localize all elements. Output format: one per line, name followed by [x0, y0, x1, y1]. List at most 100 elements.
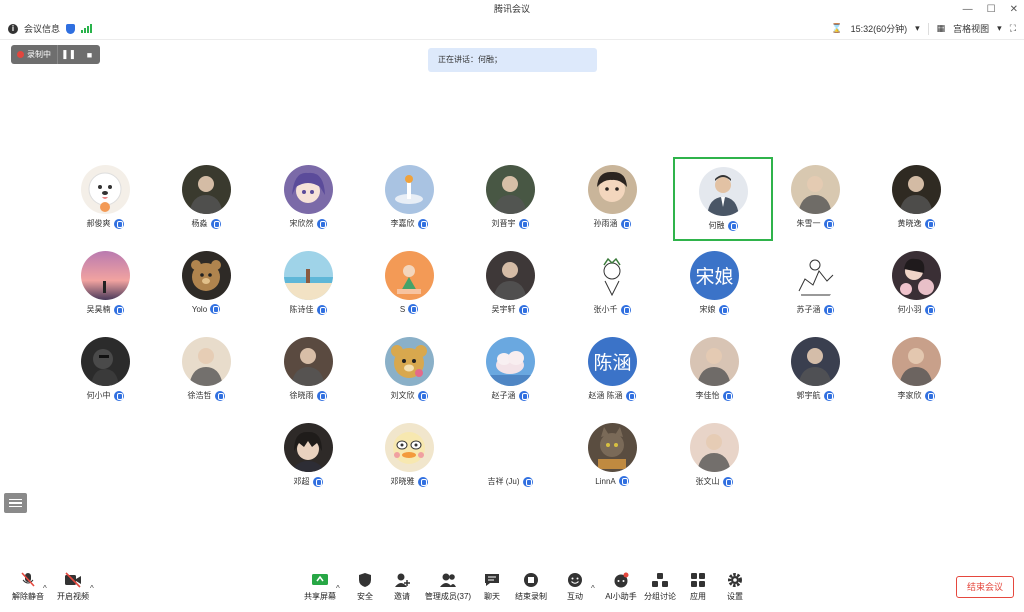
close-icon[interactable]: ✕ — [1010, 4, 1018, 15]
mic-status-icon — [113, 390, 124, 401]
camera-off-icon — [64, 572, 82, 588]
grid-view-icon: ▦ — [936, 23, 946, 33]
participant-tile[interactable]: 陈涵 赵涵 陈涵 — [562, 329, 662, 413]
mic-status-icon — [722, 476, 733, 487]
participant-name-row: 张小千 — [562, 304, 662, 315]
participant-name: 李佳怡 — [695, 391, 720, 400]
recording-label: 录制中 — [27, 50, 51, 59]
participant-tile[interactable]: 李佳怡 — [664, 329, 764, 413]
gear-icon — [726, 572, 744, 588]
participant-tile[interactable]: 孙雨涵 — [562, 157, 662, 241]
recording-dot-icon — [17, 51, 24, 58]
share-options-chevron-icon[interactable]: ^ — [336, 584, 340, 593]
video-options-chevron-icon[interactable]: ^ — [90, 584, 94, 593]
participant-tile[interactable]: 徐浩哲 — [156, 329, 256, 413]
mute-options-chevron-icon[interactable]: ^ — [43, 584, 47, 593]
mic-status-icon — [618, 476, 629, 486]
participant-name-row: LinnA — [562, 476, 662, 486]
maximize-icon[interactable]: ☐ — [987, 4, 996, 15]
mic-status-icon — [408, 304, 419, 314]
participant-tile[interactable]: 郭宇航 — [765, 329, 865, 413]
meeting-info-link[interactable]: 会议信息 — [24, 22, 60, 35]
avatar — [385, 251, 434, 300]
participant-name: S — [399, 304, 406, 314]
stop-recording-button[interactable]: ■ — [79, 45, 100, 64]
network-signal-icon[interactable] — [81, 24, 93, 33]
participant-tile[interactable]: S — [359, 243, 459, 327]
end-meeting-button[interactable]: 结束会议 — [956, 576, 1014, 598]
participant-tile[interactable]: 何融 — [673, 157, 773, 241]
participant-list-toggle[interactable] — [4, 493, 27, 513]
participant-tile[interactable]: 宋娘 宋娘 — [664, 243, 764, 327]
stop-recording-toolbar-button[interactable]: 结束录制 — [507, 572, 555, 602]
shield-icon — [356, 572, 374, 588]
interact-options-chevron-icon[interactable]: ^ — [591, 584, 595, 593]
participant-tile[interactable]: 张文山 — [664, 415, 764, 499]
participant-name: 赵子涵 — [491, 391, 516, 400]
participant-name: 吴宇轩 — [491, 305, 516, 314]
participant-name: 郝俊爽 — [86, 219, 111, 228]
fullscreen-icon[interactable]: ⛶ — [1010, 23, 1016, 34]
participant-name: 杨淼 — [191, 219, 208, 228]
participant-tile[interactable]: 何小中 — [55, 329, 155, 413]
participant-tile[interactable]: 刘文欣 — [359, 329, 459, 413]
participant-tile[interactable]: 吉祥 (Ju) — [460, 415, 560, 499]
participant-tile[interactable]: 邓超 — [258, 415, 358, 499]
mic-status-icon — [727, 220, 738, 231]
participant-tile[interactable]: 陈诗佳 — [258, 243, 358, 327]
participant-tile[interactable]: 宋欣然 — [258, 157, 358, 241]
participant-tile[interactable]: Yolo — [156, 243, 256, 327]
participant-tile[interactable]: 何小羽 — [866, 243, 966, 327]
participant-name-row: 何融 — [673, 220, 773, 231]
participant-name-row: 宋欣然 — [258, 218, 358, 229]
mic-muted-icon — [19, 572, 37, 588]
participant-tile[interactable]: 苏子涵 — [765, 243, 865, 327]
avatar — [892, 337, 941, 386]
participant-name: 何小中 — [86, 391, 111, 400]
chevron-down-icon[interactable]: ▾ — [915, 23, 920, 34]
mic-status-icon — [316, 304, 327, 315]
security-shield-icon[interactable] — [66, 23, 76, 34]
participant-tile[interactable]: 杨淼 — [156, 157, 256, 241]
minimize-icon[interactable]: — — [963, 4, 973, 15]
avatar — [182, 337, 231, 386]
participant-name: 赵涵 陈涵 — [588, 391, 623, 400]
avatar — [284, 251, 333, 300]
chevron-down-icon[interactable]: ▾ — [997, 23, 1002, 34]
meeting-timer[interactable]: 15:32(60分钟) — [851, 22, 908, 35]
participant-tile[interactable]: 赵子涵 — [460, 329, 560, 413]
layout-view-button[interactable]: 宫格视图 — [953, 22, 989, 35]
participant-tile[interactable]: 朱雪一 — [765, 157, 865, 241]
participant-name: 李嘉欣 — [390, 219, 415, 228]
participant-tile[interactable]: 徐晓雨 — [258, 329, 358, 413]
pause-recording-button[interactable]: ❚❚ — [58, 45, 79, 64]
participant-tile[interactable]: LinnA — [562, 415, 662, 499]
participant-name-row: 李嘉欣 — [359, 218, 459, 229]
add-user-icon — [393, 572, 411, 588]
invite-button[interactable]: 邀请 — [378, 572, 426, 602]
participant-name-row: 李佳怡 — [664, 390, 764, 401]
participant-tile[interactable]: 李嘉欣 — [359, 157, 459, 241]
participant-tile[interactable]: 郝俊爽 — [55, 157, 155, 241]
participant-tile[interactable]: 李家欣 — [866, 329, 966, 413]
participant-tile[interactable]: 刘晋宇 — [460, 157, 560, 241]
avatar — [81, 165, 130, 214]
settings-button[interactable]: 设置 — [711, 572, 759, 602]
mic-status-icon — [518, 390, 529, 401]
avatar — [588, 423, 637, 472]
participant-tile[interactable]: 黄晓逸 — [866, 157, 966, 241]
members-icon — [439, 572, 457, 588]
avatar — [892, 165, 941, 214]
participant-name-row: 吴昊楠 — [55, 304, 155, 315]
mic-status-icon — [518, 304, 529, 315]
participant-name-row: 吴宇轩 — [460, 304, 560, 315]
info-icon[interactable]: i — [8, 23, 18, 34]
participant-tile[interactable]: 邓晓雅 — [359, 415, 459, 499]
participant-tile[interactable]: 吴昊楠 — [55, 243, 155, 327]
participant-tile[interactable]: 吴宇轩 — [460, 243, 560, 327]
mic-status-icon — [924, 304, 935, 315]
participant-name-row: S — [359, 304, 459, 314]
avatar: 宋娘 — [690, 251, 739, 300]
participant-tile[interactable]: 张小千 — [562, 243, 662, 327]
avatar — [81, 337, 130, 386]
